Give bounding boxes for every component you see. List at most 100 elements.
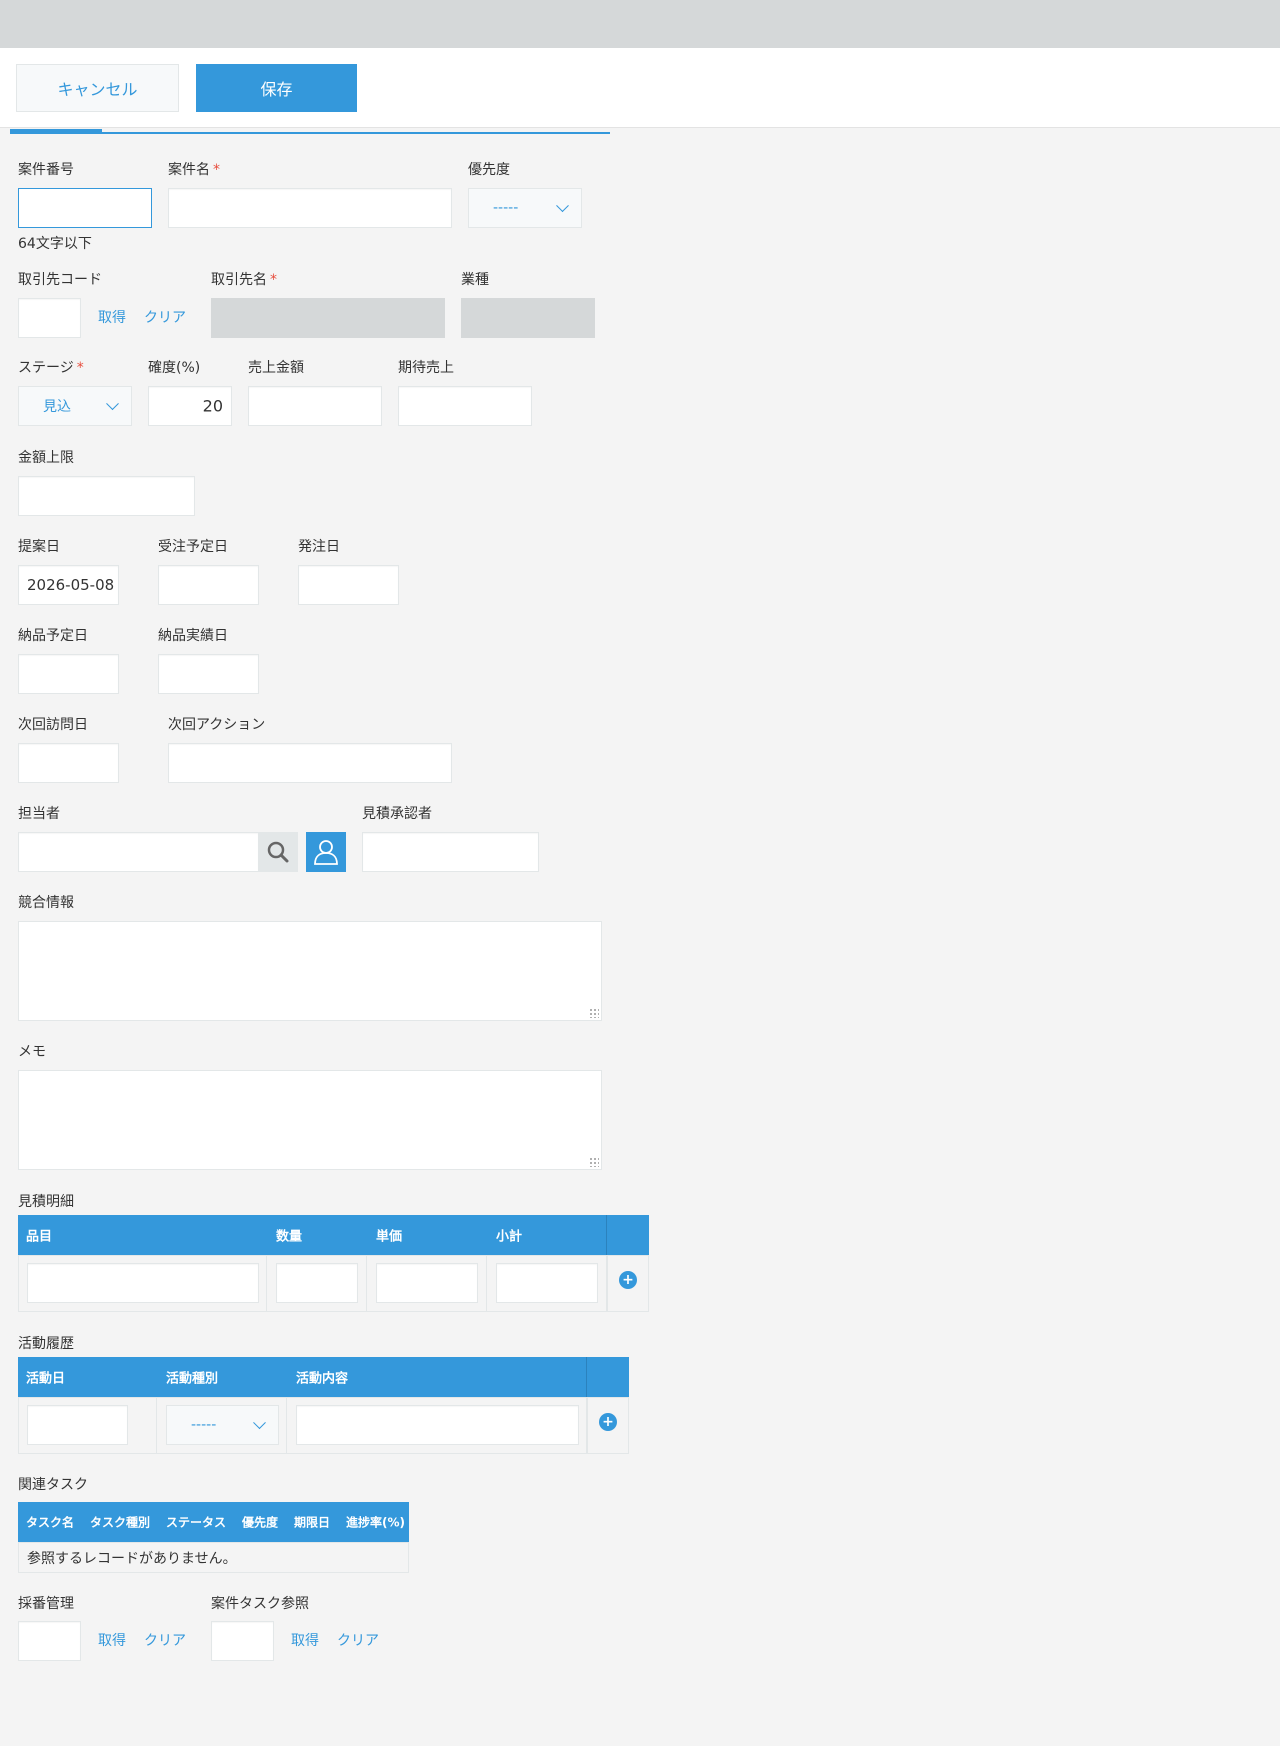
add-row-icon[interactable]: + [599, 1413, 617, 1431]
activity-date-input[interactable] [27, 1405, 128, 1445]
delivery-expected-date-input[interactable] [18, 654, 119, 694]
required-mark: * [76, 360, 84, 376]
probability-value: 20 [202, 396, 223, 416]
client-code-clear-link[interactable]: クリア [144, 307, 186, 327]
user-icon [314, 840, 338, 865]
probability-label: 確度(%) [148, 360, 201, 376]
case-name-input[interactable] [168, 188, 452, 228]
cell-divider [266, 1255, 267, 1312]
activity-content-input[interactable] [296, 1405, 579, 1445]
stage-select[interactable]: 見込 [18, 386, 132, 426]
column-header: 品目 [26, 1229, 53, 1245]
delivery-actual-date-input[interactable] [158, 654, 259, 694]
order-expected-date-input[interactable] [158, 565, 259, 605]
competition-textarea[interactable] [18, 921, 602, 1021]
column-header: 活動日 [26, 1371, 66, 1387]
client-name-label: 取引先名 * [211, 272, 277, 288]
chevron-down-icon [556, 199, 569, 213]
estimate-approver-input[interactable] [362, 832, 539, 872]
industry-input [461, 298, 595, 338]
sales-amount-label: 売上金額 [248, 360, 304, 376]
case-task-ref-clear-link[interactable]: クリア [337, 1630, 379, 1650]
case-task-ref-fetch-link[interactable]: 取得 [291, 1630, 319, 1650]
chevron-down-icon [106, 397, 119, 411]
column-header: 数量 [276, 1229, 303, 1245]
resize-grip-icon[interactable] [589, 1157, 599, 1167]
cell-divider [156, 1397, 157, 1454]
column-header: タスク名 [26, 1515, 75, 1530]
expected-sales-label: 期待売上 [398, 360, 454, 376]
next-visit-date-label: 次回訪問日 [18, 717, 88, 733]
stage-select-value: 見込 [43, 399, 71, 415]
sales-amount-input[interactable] [248, 386, 382, 426]
order-expected-date-label: 受注予定日 [158, 539, 228, 555]
save-button[interactable]: 保存 [196, 64, 357, 112]
unit-price-input[interactable] [376, 1263, 478, 1303]
case-number-input[interactable] [18, 188, 152, 228]
numbering-fetch-link[interactable]: 取得 [98, 1630, 126, 1650]
client-code-label: 取引先コード [18, 272, 102, 288]
stage-label: ステージ * [18, 360, 84, 376]
column-header: 進捗率(%) [346, 1515, 405, 1530]
expected-sales-input[interactable] [398, 386, 532, 426]
search-icon [267, 841, 289, 863]
search-button[interactable] [259, 832, 298, 872]
delivery-expected-date-label: 納品予定日 [18, 628, 88, 644]
order-date-label: 発注日 [298, 539, 340, 555]
estimate-table-title: 見積明細 [18, 1194, 74, 1210]
memo-textarea[interactable] [18, 1070, 602, 1170]
column-header: タスク種別 [90, 1515, 151, 1530]
order-date-input[interactable] [298, 565, 399, 605]
delivery-actual-date-label: 納品実績日 [158, 628, 228, 644]
assignee-input[interactable] [18, 832, 259, 872]
activity-table-header: 活動日 活動種別 活動内容 [18, 1357, 629, 1397]
numbering-input[interactable] [18, 1621, 81, 1661]
case-number-hint: 64文字以下 [18, 236, 92, 252]
subtotal-input[interactable] [496, 1263, 598, 1303]
required-mark: * [270, 272, 277, 288]
activity-type-value: ----- [191, 1417, 217, 1433]
next-visit-date-input[interactable] [18, 743, 119, 783]
client-name-input [211, 298, 445, 338]
case-name-label: 案件名 * [168, 162, 220, 178]
resize-grip-icon[interactable] [589, 1008, 599, 1018]
proposal-date-value: 2026-05-08 [27, 576, 115, 594]
memo-label: メモ [18, 1044, 46, 1060]
form-tab-active-indicator[interactable] [10, 129, 102, 134]
cell-divider [286, 1397, 287, 1454]
add-row-icon[interactable]: + [619, 1271, 637, 1289]
client-code-fetch-link[interactable]: 取得 [98, 307, 126, 327]
competition-label: 競合情報 [18, 895, 74, 911]
case-task-ref-label: 案件タスク参照 [211, 1596, 309, 1612]
next-action-input[interactable] [168, 743, 452, 783]
item-input[interactable] [27, 1263, 259, 1303]
probability-input[interactable]: 20 [148, 386, 232, 426]
action-toolbar [0, 48, 1280, 128]
priority-select[interactable]: ----- [468, 188, 582, 228]
estimate-table-header: 品目 数量 単価 小計 [18, 1215, 649, 1255]
cancel-button[interactable]: キャンセル [16, 64, 179, 112]
user-select-button[interactable] [306, 832, 346, 872]
activity-table-title: 活動履歴 [18, 1336, 74, 1352]
amount-limit-input[interactable] [18, 476, 195, 516]
column-header: 単価 [376, 1229, 403, 1245]
task-table-title: 関連タスク [18, 1477, 88, 1493]
chevron-down-icon [253, 1416, 266, 1430]
column-header: 活動内容 [296, 1371, 349, 1387]
client-code-input[interactable] [18, 298, 81, 338]
proposal-date-input[interactable]: 2026-05-08 [18, 565, 119, 605]
assignee-label: 担当者 [18, 806, 60, 822]
column-header: 小計 [496, 1229, 523, 1245]
quantity-input[interactable] [276, 1263, 358, 1303]
cell-divider [486, 1255, 487, 1312]
proposal-date-label: 提案日 [18, 539, 60, 555]
activity-type-select[interactable]: ----- [166, 1405, 279, 1445]
numbering-clear-link[interactable]: クリア [144, 1630, 186, 1650]
cell-divider [366, 1255, 367, 1312]
required-mark: * [213, 162, 220, 178]
case-number-label: 案件番号 [18, 162, 74, 178]
industry-label: 業種 [461, 272, 489, 288]
task-table-empty-row: 参照するレコードがありません。 [18, 1542, 409, 1573]
priority-label: 優先度 [468, 162, 510, 178]
case-task-ref-input[interactable] [211, 1621, 274, 1661]
